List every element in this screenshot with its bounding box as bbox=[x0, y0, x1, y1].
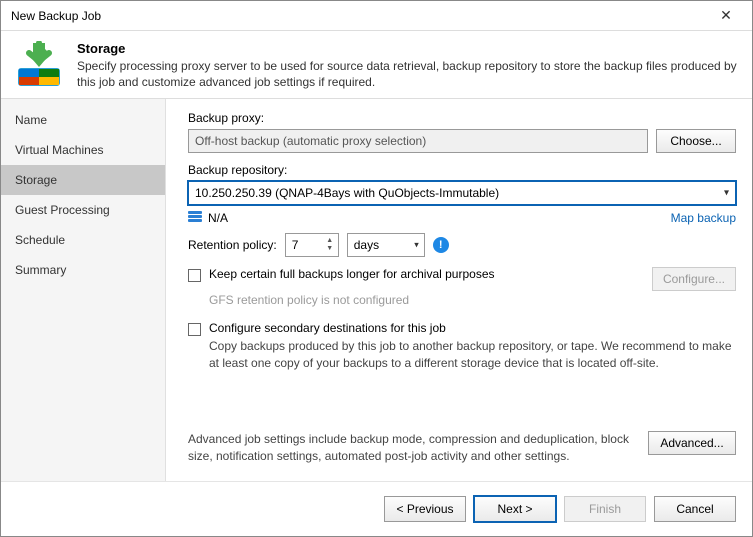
map-backup-link[interactable]: Map backup bbox=[671, 211, 736, 225]
backup-proxy-value: Off-host backup (automatic proxy selecti… bbox=[195, 134, 426, 148]
advanced-desc: Advanced job settings include backup mod… bbox=[188, 431, 636, 465]
secondary-dest-desc: Copy backups produced by this job to ano… bbox=[209, 338, 736, 372]
retention-value: 7 bbox=[292, 238, 299, 252]
content: Backup proxy: Off-host backup (automatic… bbox=[166, 99, 752, 481]
retention-unit-select[interactable]: days ▾ bbox=[347, 233, 425, 257]
secondary-dest-label: Configure secondary destinations for thi… bbox=[209, 321, 446, 335]
advanced-button[interactable]: Advanced... bbox=[648, 431, 736, 455]
backup-repo-select[interactable]: 10.250.250.39 (QNAP-4Bays with QuObjects… bbox=[188, 181, 736, 205]
previous-button[interactable]: < Previous bbox=[384, 496, 466, 522]
repo-capacity: N/A bbox=[208, 211, 228, 225]
sidebar-item-storage[interactable]: Storage bbox=[1, 165, 165, 195]
body: Name Virtual Machines Storage Guest Proc… bbox=[1, 98, 752, 481]
info-icon[interactable]: ! bbox=[433, 237, 449, 253]
sidebar-item-guest-processing[interactable]: Guest Processing bbox=[1, 195, 165, 225]
retention-unit: days bbox=[354, 238, 379, 252]
wizard-nav: < Previous Next > Finish Cancel bbox=[1, 481, 752, 536]
cancel-button[interactable]: Cancel bbox=[654, 496, 736, 522]
header-desc: Specify processing proxy server to be us… bbox=[77, 58, 738, 90]
sidebar: Name Virtual Machines Storage Guest Proc… bbox=[1, 99, 166, 481]
sidebar-item-name[interactable]: Name bbox=[1, 105, 165, 135]
gfs-note: GFS retention policy is not configured bbox=[209, 293, 736, 307]
header-text: Storage Specify processing proxy server … bbox=[77, 41, 738, 90]
sidebar-item-schedule[interactable]: Schedule bbox=[1, 225, 165, 255]
secondary-dest-checkbox[interactable] bbox=[188, 323, 201, 336]
titlebar: New Backup Job ✕ bbox=[1, 1, 752, 31]
keep-full-label: Keep certain full backups longer for arc… bbox=[209, 267, 495, 281]
dialog-window: New Backup Job ✕ Storage Specify process… bbox=[0, 0, 753, 537]
sidebar-item-summary[interactable]: Summary bbox=[1, 255, 165, 285]
header-title: Storage bbox=[77, 41, 738, 56]
disk-stack-icon bbox=[188, 211, 202, 225]
header: Storage Specify processing proxy server … bbox=[1, 31, 752, 98]
keep-full-checkbox[interactable] bbox=[188, 269, 201, 282]
spinner-arrows[interactable]: ▲▼ bbox=[324, 235, 336, 255]
retention-value-input[interactable]: 7 ▲▼ bbox=[285, 233, 339, 257]
storage-wizard-icon bbox=[15, 41, 63, 89]
sidebar-item-virtual-machines[interactable]: Virtual Machines bbox=[1, 135, 165, 165]
close-icon[interactable]: ✕ bbox=[706, 2, 746, 30]
chevron-down-icon: ▾ bbox=[414, 240, 419, 251]
finish-button: Finish bbox=[564, 496, 646, 522]
chevron-down-icon: ▾ bbox=[724, 188, 729, 199]
choose-proxy-button[interactable]: Choose... bbox=[656, 129, 736, 153]
next-button[interactable]: Next > bbox=[474, 496, 556, 522]
window-title: New Backup Job bbox=[11, 9, 706, 23]
backup-repo-label: Backup repository: bbox=[188, 163, 736, 177]
retention-label: Retention policy: bbox=[188, 238, 277, 252]
configure-gfs-button: Configure... bbox=[652, 267, 736, 291]
backup-proxy-label: Backup proxy: bbox=[188, 111, 736, 125]
backup-proxy-field[interactable]: Off-host backup (automatic proxy selecti… bbox=[188, 129, 648, 153]
backup-repo-value: 10.250.250.39 (QNAP-4Bays with QuObjects… bbox=[195, 186, 499, 200]
